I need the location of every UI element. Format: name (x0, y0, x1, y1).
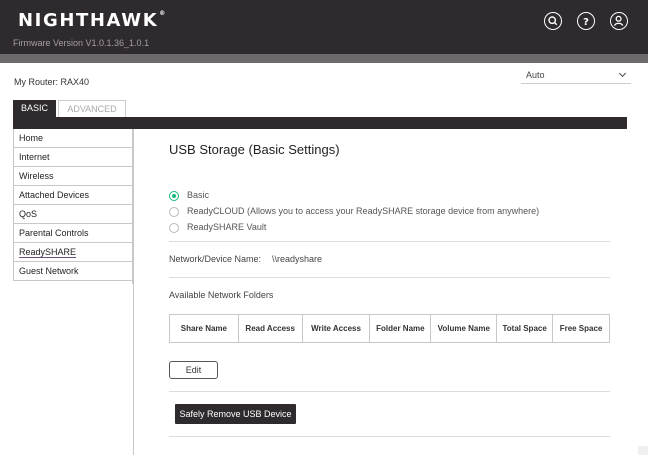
column-total-space: Total Space (496, 314, 554, 343)
sidebar-item-label: Guest Network (19, 266, 79, 276)
firmware-version: Firmware Version V1.0.1.36_1.0.1 (13, 38, 150, 48)
sidebar-item-qos[interactable]: QoS (13, 205, 132, 224)
scrollbar-corner (638, 446, 648, 455)
radio-readyshare-vault[interactable] (169, 223, 179, 233)
tab-advanced[interactable]: ADVANCED (58, 100, 126, 117)
sidebar-item-label: Wireless (19, 171, 54, 181)
section-divider (169, 436, 610, 437)
sidebar-nav: Home Internet Wireless Attached Devices … (13, 129, 133, 284)
top-header: NIGHTHAWK® Firmware Version V1.0.1.36_1.… (0, 0, 648, 54)
safely-remove-usb-button[interactable]: Safely Remove USB Device (175, 404, 296, 424)
user-icon[interactable] (610, 12, 628, 30)
sidebar-item-attached-devices[interactable]: Attached Devices (13, 186, 132, 205)
sidebar-item-label: Home (19, 133, 44, 143)
sidebar-item-label: Internet (19, 152, 50, 162)
sidebar-item-guest-network[interactable]: Guest Network (13, 262, 132, 281)
column-free-space: Free Space (552, 314, 610, 343)
trademark-symbol: ® (159, 10, 167, 17)
device-name-value: \\readyshare (272, 254, 323, 264)
radio-basic[interactable] (169, 191, 179, 201)
edit-button[interactable]: Edit (169, 361, 218, 379)
table-header-row: Share Name Read Access Write Access Fold… (169, 314, 610, 343)
content-divider (133, 129, 134, 455)
sidebar-item-parental-controls[interactable]: Parental Controls (13, 224, 132, 243)
language-select[interactable]: Auto (521, 68, 631, 84)
help-icon[interactable]: ? (577, 12, 595, 30)
page-title: USB Storage (Basic Settings) (169, 142, 340, 157)
section-divider (169, 277, 610, 278)
search-icon[interactable] (544, 12, 562, 30)
radio-readycloud[interactable] (169, 207, 179, 217)
section-divider (169, 241, 610, 242)
brand-name: NIGHTHAWK (18, 10, 159, 31)
device-name-label: Network/Device Name: (169, 254, 262, 264)
sidebar-item-label: QoS (19, 209, 38, 219)
option-basic-label: Basic (187, 190, 210, 200)
brand-logo: NIGHTHAWK® (18, 10, 167, 31)
column-folder-name: Folder Name (369, 314, 432, 343)
svg-text:?: ? (583, 17, 589, 28)
folders-heading: Available Network Folders (169, 290, 274, 300)
tab-bar (13, 117, 627, 129)
sidebar-item-label: Attached Devices (19, 190, 90, 200)
column-read-access: Read Access (237, 314, 303, 343)
sidebar-item-wireless[interactable]: Wireless (13, 167, 132, 186)
option-readycloud-label: ReadyCLOUD (Allows you to access your Re… (187, 206, 540, 216)
language-select-value: Auto (526, 70, 545, 80)
sidebar-item-home[interactable]: Home (13, 129, 132, 148)
tab-basic[interactable]: BASIC (13, 100, 56, 117)
network-folders-table: Share Name Read Access Write Access Fold… (169, 314, 610, 343)
header-stripe (0, 54, 648, 63)
sidebar-item-label: ReadySHARE (19, 247, 77, 258)
sidebar-item-internet[interactable]: Internet (13, 148, 132, 167)
option-readyshare-vault-label: ReadySHARE Vault (187, 222, 267, 232)
sidebar-item-label: Parental Controls (19, 228, 89, 238)
router-name: My Router: RAX40 (14, 77, 90, 87)
chevron-down-icon (618, 69, 627, 78)
column-volume-name: Volume Name (430, 314, 498, 343)
section-divider (169, 391, 610, 392)
column-write-access: Write Access (301, 314, 371, 343)
column-share-name: Share Name (169, 314, 239, 343)
sidebar-item-readyshare[interactable]: ReadySHARE (13, 243, 132, 262)
